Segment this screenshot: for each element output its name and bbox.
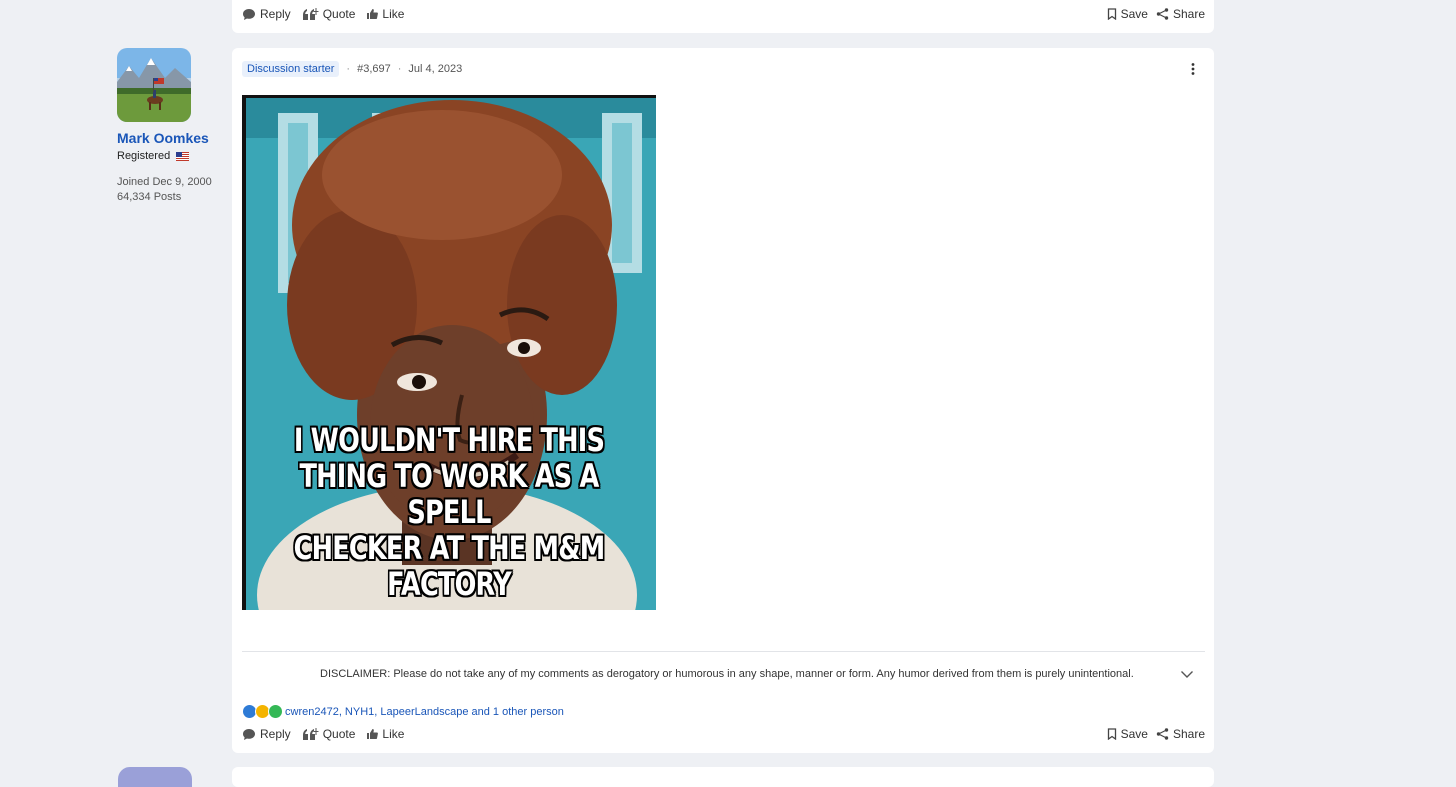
share-icon — [1156, 728, 1169, 740]
reply-icon — [243, 728, 255, 740]
share-label: Share — [1172, 7, 1205, 21]
meme-line-1: I WOULDN'T HIRE THIS — [293, 421, 605, 459]
thumbs-up-icon — [367, 729, 379, 739]
meta-separator: · — [346, 63, 351, 75]
previous-post-action-bar: Reply Quote Like Save Share — [232, 7, 1214, 27]
quote-icon — [302, 7, 319, 20]
more-options-icon[interactable] — [1186, 62, 1200, 76]
post-date: Jul 4, 2023 — [408, 63, 463, 75]
next-post-avatar[interactable] — [118, 767, 192, 787]
joined-date: Joined Dec 9, 2000 — [117, 176, 212, 188]
save-label: Save — [1120, 7, 1148, 21]
quote-label: Quote — [322, 727, 356, 741]
reactions-row: cwren2472, NYH1, LapeerLandscape and 1 o… — [242, 704, 564, 719]
quote-label: Quote — [322, 7, 356, 21]
reply-button[interactable]: Reply — [242, 7, 291, 21]
chevron-down-icon[interactable] — [1180, 667, 1194, 681]
author-name[interactable]: Mark Oomkes — [117, 130, 227, 146]
meta-separator: · — [397, 63, 402, 75]
reply-icon — [243, 8, 255, 20]
share-button[interactable]: Share — [1156, 7, 1205, 21]
reaction-icons[interactable] — [242, 704, 283, 719]
share-button[interactable]: Share — [1156, 727, 1205, 741]
avatar[interactable] — [117, 48, 191, 122]
signature-divider — [242, 651, 1205, 652]
share-label: Share — [1172, 727, 1205, 741]
author-panel: Mark Oomkes Registered Joined Dec 9, 200… — [117, 48, 227, 205]
post-meta: Discussion starter · #3,697 · Jul 4, 202… — [242, 61, 462, 77]
quote-button[interactable]: Quote — [302, 7, 356, 21]
reply-label: Reply — [260, 727, 291, 741]
save-button[interactable]: Save — [1107, 727, 1148, 741]
meme-line-2: THING TO WORK AS A SPELL — [299, 457, 600, 531]
author-role: Registered — [117, 150, 227, 162]
save-label: Save — [1120, 727, 1148, 741]
post-count: 64,334 Posts — [117, 191, 182, 203]
signature: DISCLAIMER: Please do not take any of my… — [320, 668, 1134, 680]
meme-caption: I WOULDN'T HIRE THIS THING TO WORK AS A … — [283, 422, 614, 602]
post-number[interactable]: #3,697 — [357, 63, 391, 75]
like-button[interactable]: Like — [366, 7, 404, 21]
agree-reaction-icon — [268, 704, 283, 719]
role-label: Registered — [117, 150, 171, 162]
post-action-bar: Reply Quote Like Save Share — [232, 727, 1214, 747]
us-flag-icon — [176, 151, 190, 161]
like-label: Like — [382, 727, 405, 741]
like-label: Like — [382, 7, 405, 21]
save-button[interactable]: Save — [1107, 7, 1148, 21]
thumbs-up-icon — [367, 9, 379, 19]
bookmark-icon — [1107, 728, 1116, 740]
meme-image[interactable]: I WOULDN'T HIRE THIS THING TO WORK AS A … — [242, 95, 656, 610]
reply-label: Reply — [260, 7, 291, 21]
previous-post-card: Reply Quote Like Save Share — [232, 0, 1214, 33]
reactors-list[interactable]: cwren2472, NYH1, LapeerLandscape and 1 o… — [285, 706, 564, 718]
share-icon — [1156, 8, 1169, 20]
like-button[interactable]: Like — [366, 727, 404, 741]
reply-button[interactable]: Reply — [242, 727, 291, 741]
quote-button[interactable]: Quote — [302, 727, 356, 741]
meme-line-3: CHECKER AT THE M&M FACTORY — [293, 529, 606, 603]
bookmark-icon — [1107, 8, 1116, 20]
quote-icon — [302, 727, 319, 740]
discussion-starter-badge: Discussion starter — [242, 61, 340, 77]
author-stats: Joined Dec 9, 2000 64,334 Posts — [117, 175, 227, 205]
next-post-card — [232, 767, 1214, 787]
post-card: Discussion starter · #3,697 · Jul 4, 202… — [232, 48, 1214, 753]
